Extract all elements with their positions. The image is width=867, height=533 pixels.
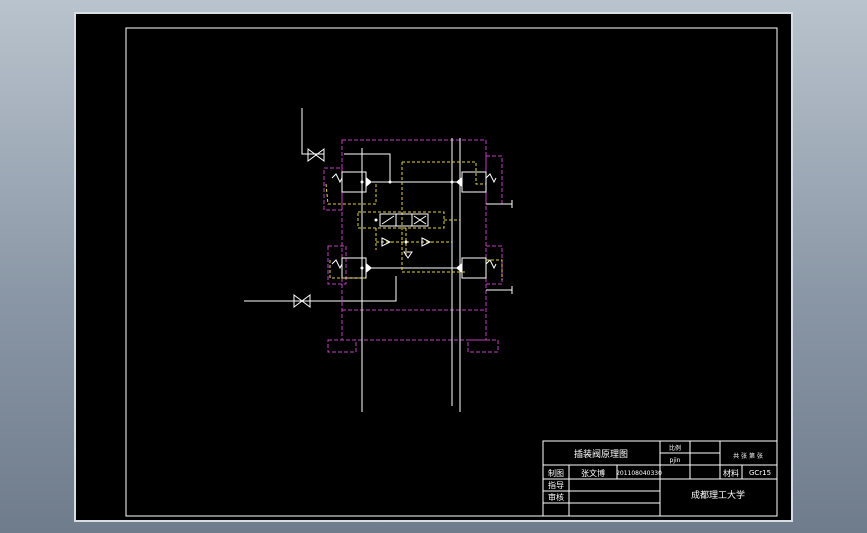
sheet-info: 共 张 第 张 (733, 452, 763, 460)
student-id: 201108040330 (616, 470, 662, 477)
drawing-sheet: 插装阀原理图 比例 pjin 共 张 第 张 制图 张文博 2011080403… (74, 12, 793, 522)
spring-icon (331, 173, 497, 270)
directional-valve-icon (379, 213, 429, 227)
main-pipelines (244, 108, 513, 412)
material-label: 材料 (723, 468, 739, 478)
ratio-label: 比例 (669, 444, 681, 452)
ratio-value: pjin (670, 457, 681, 464)
schematic-canvas: 插装阀原理图 比例 pjin 共 张 第 张 制图 张文博 2011080403… (125, 27, 778, 517)
drawn-label: 制图 (548, 468, 564, 478)
material-value: GCr15 (749, 469, 771, 477)
pilot-control-lines (325, 161, 503, 280)
drawing-title: 插装阀原理图 (574, 448, 628, 460)
shutoff-valve-icon (307, 148, 325, 162)
guide-label: 指导 (548, 480, 564, 490)
drawn-name: 张文博 (581, 468, 605, 478)
junction-dot (360, 180, 462, 270)
cartridge-valve-schematic (244, 108, 513, 412)
review-label: 审核 (548, 492, 564, 502)
school-name: 成都理工大学 (691, 489, 745, 501)
